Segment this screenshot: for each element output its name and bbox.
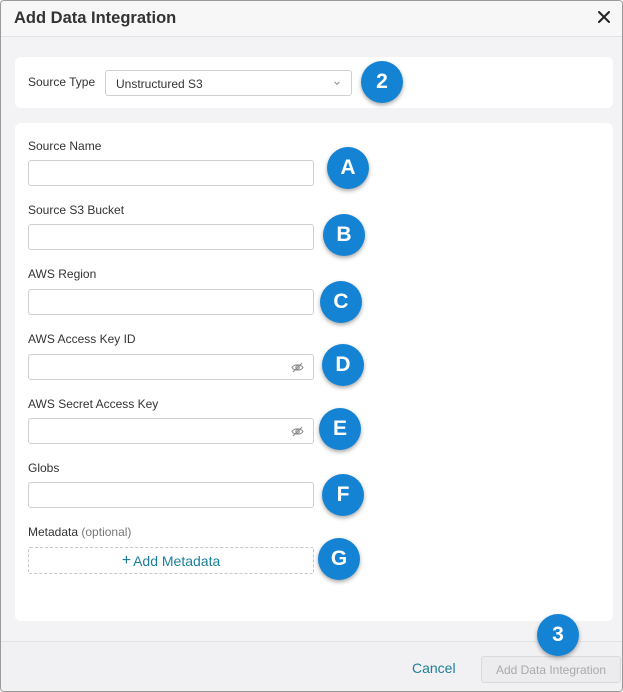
dialog-header: Add Data Integration bbox=[1, 1, 622, 37]
aws-region-label: AWS Region bbox=[28, 267, 97, 281]
close-icon[interactable] bbox=[595, 8, 613, 26]
add-metadata-button[interactable]: + Add Metadata bbox=[28, 547, 314, 574]
aws-access-key-id-label: AWS Access Key ID bbox=[28, 332, 136, 346]
callout-badge-b: B bbox=[323, 214, 365, 256]
metadata-label-text: Metadata bbox=[28, 525, 79, 539]
globs-label: Globs bbox=[28, 461, 60, 475]
eye-off-icon[interactable] bbox=[291, 426, 304, 437]
metadata-optional-hint: (optional) bbox=[81, 525, 132, 539]
dialog-title: Add Data Integration bbox=[14, 9, 177, 27]
callout-badge-e: E bbox=[319, 408, 361, 450]
aws-region-input[interactable] bbox=[28, 289, 314, 315]
metadata-label: Metadata (optional) bbox=[28, 525, 131, 539]
callout-badge-g: G bbox=[318, 538, 360, 580]
globs-input[interactable] bbox=[28, 482, 314, 508]
source-name-label: Source Name bbox=[28, 139, 102, 153]
callout-badge-3: 3 bbox=[537, 614, 579, 656]
add-data-integration-button[interactable]: Add Data Integration bbox=[481, 656, 621, 683]
plus-icon: + bbox=[121, 551, 132, 569]
dialog-footer: Cancel Add Data Integration bbox=[1, 641, 622, 691]
aws-secret-access-key-label: AWS Secret Access Key bbox=[28, 397, 159, 411]
callout-badge-f: F bbox=[322, 474, 364, 516]
aws-access-key-id-input[interactable] bbox=[28, 354, 314, 380]
source-type-label: Source Type bbox=[28, 75, 96, 89]
chevron-down-icon bbox=[334, 81, 340, 86]
eye-off-icon[interactable] bbox=[291, 362, 304, 373]
callout-badge-a: A bbox=[327, 147, 369, 189]
callout-badge-2: 2 bbox=[361, 61, 403, 103]
source-type-select[interactable]: Unstructured S3 bbox=[105, 70, 352, 96]
source-type-value: Unstructured S3 bbox=[116, 77, 203, 91]
callout-badge-d: D bbox=[322, 344, 364, 386]
integration-form-card: Source Name Source S3 Bucket AWS Region … bbox=[15, 123, 613, 621]
source-name-input[interactable] bbox=[28, 160, 314, 186]
add-data-integration-dialog: Add Data Integration Source Type Unstruc… bbox=[0, 0, 623, 692]
cancel-button[interactable]: Cancel bbox=[412, 660, 456, 676]
source-s3-bucket-input[interactable] bbox=[28, 224, 314, 250]
source-type-card: Source Type Unstructured S3 bbox=[15, 57, 613, 108]
callout-badge-c: C bbox=[320, 281, 362, 323]
aws-secret-access-key-input[interactable] bbox=[28, 418, 314, 444]
source-s3-bucket-label: Source S3 Bucket bbox=[28, 203, 125, 217]
add-metadata-label: Add Metadata bbox=[133, 552, 221, 569]
